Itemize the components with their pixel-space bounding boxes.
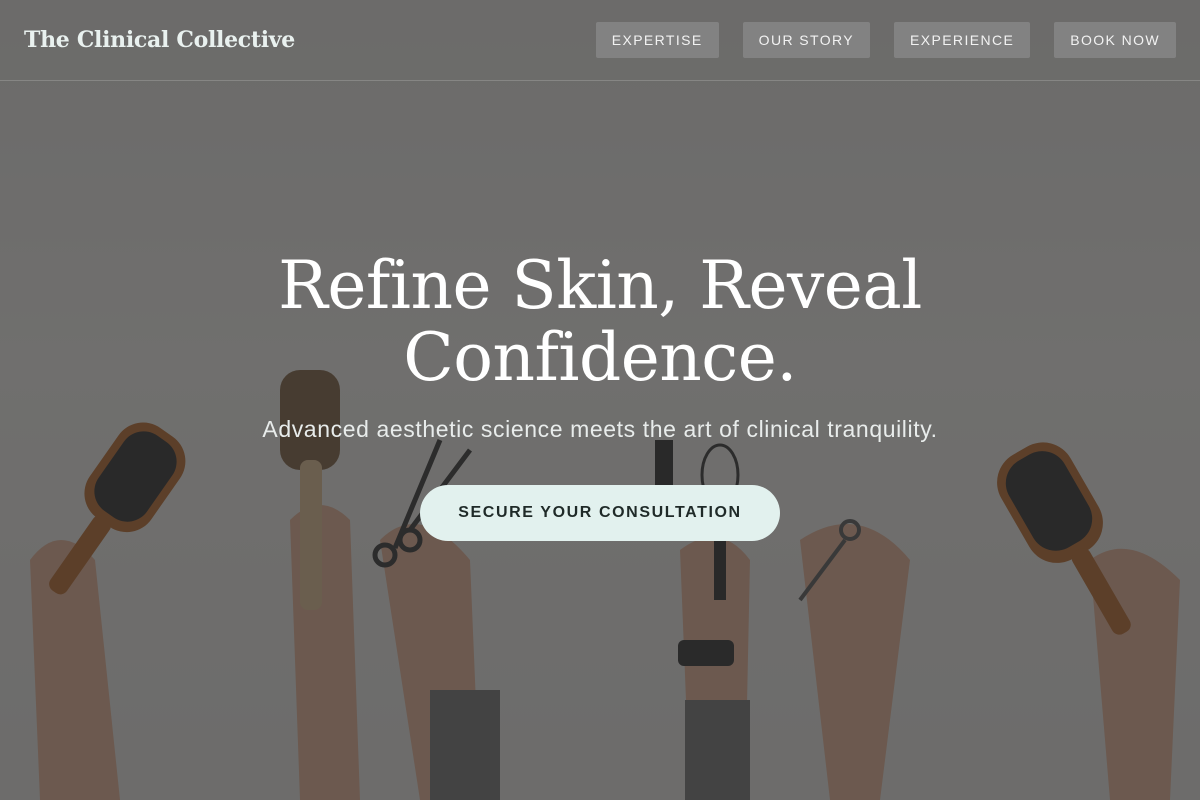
- nav-our-story[interactable]: OUR STORY: [742, 22, 870, 58]
- hero-title-line1: Refine Skin, Reveal: [278, 247, 922, 324]
- nav-expertise[interactable]: EXPERTISE: [595, 22, 719, 58]
- site-header: The Clinical Collective EXPERTISE OUR ST…: [0, 0, 1200, 81]
- brand-logo-text[interactable]: The Clinical Collective: [24, 27, 295, 53]
- hero-title: Refine Skin, Reveal Confidence.: [220, 250, 980, 394]
- nav-experience[interactable]: EXPERIENCE: [893, 22, 1031, 58]
- main-nav: EXPERTISE OUR STORY EXPERIENCE BOOK NOW: [595, 22, 1176, 58]
- hero-section: Refine Skin, Reveal Confidence. Advanced…: [0, 250, 1200, 541]
- hero-title-line2: Confidence.: [403, 319, 797, 396]
- secure-consultation-button[interactable]: SECURE YOUR CONSULTATION: [420, 485, 780, 541]
- nav-book-now[interactable]: BOOK NOW: [1054, 22, 1176, 58]
- hero-subtitle: Advanced aesthetic science meets the art…: [262, 416, 938, 442]
